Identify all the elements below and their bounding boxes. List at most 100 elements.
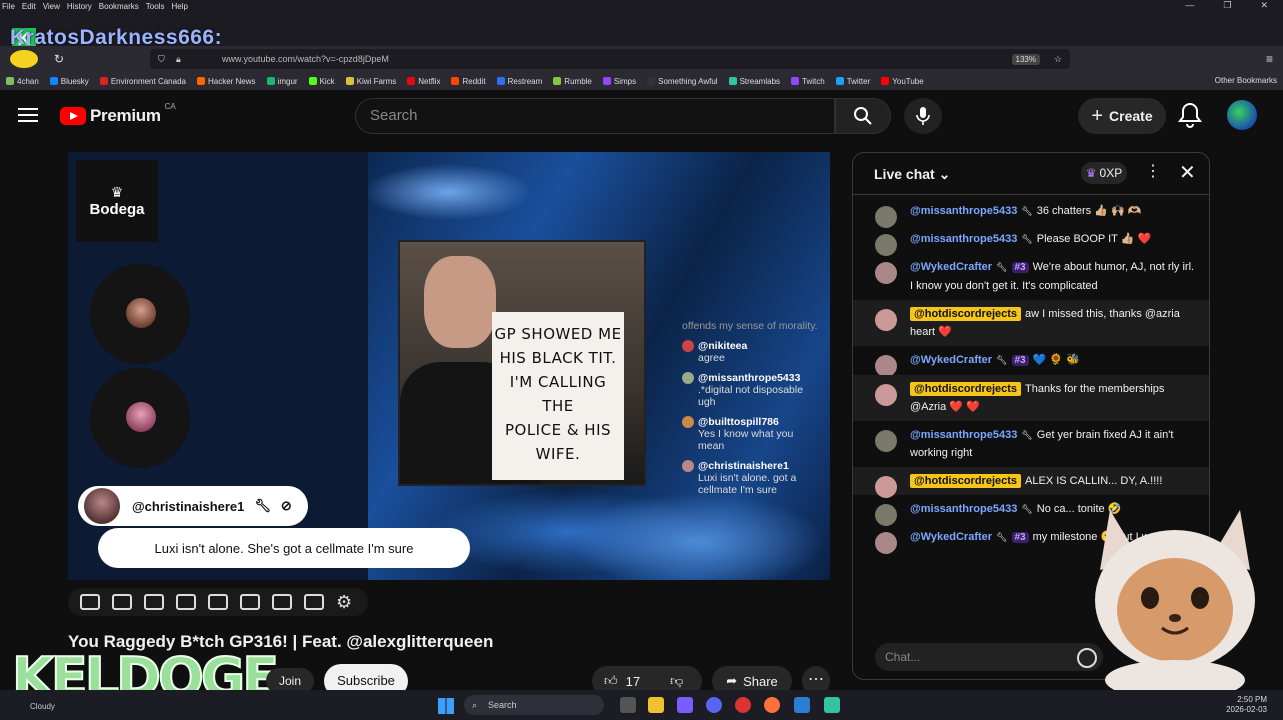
search-input[interactable]: Search (355, 98, 835, 134)
audio-boost-icon[interactable] (112, 594, 132, 610)
chat-author-avatar[interactable] (875, 430, 897, 452)
chat-message[interactable]: @hotdiscordrejects aw I missed this, than… (853, 300, 1209, 346)
bookmark-item[interactable]: Bluesky (49, 77, 89, 86)
miniplayer-icon[interactable] (208, 594, 228, 610)
youtube-premium-logo[interactable]: Premium CA (60, 102, 176, 126)
video-player[interactable]: ♛ Bodega GP SHOWED ME HIS BLACK TIT. I'M… (68, 152, 830, 580)
discord-icon[interactable] (706, 697, 722, 713)
system-clock[interactable]: 2:50 PM 2026-02-03 (1226, 695, 1267, 715)
bookmark-favicon-icon (553, 77, 562, 85)
theater-icon[interactable] (176, 594, 196, 610)
bookmark-favicon-icon (6, 77, 14, 85)
chat-more-icon[interactable]: ⋮ (1145, 161, 1161, 181)
wrench-icon: 🔧︎ (254, 498, 271, 513)
chat-author-name[interactable]: @hotdiscordrejects (910, 474, 1022, 488)
weather-widget[interactable]: Cloudy (30, 702, 55, 711)
close-window-icon[interactable]: ✕ (1260, 0, 1268, 11)
chat-message[interactable]: @WykedCrafter 🔧︎ #3 We're about humor, AJ, … (853, 253, 1209, 300)
bookmark-item[interactable]: Netflix (407, 77, 440, 86)
bookmark-item[interactable]: Restream (496, 77, 542, 86)
chat-author-avatar[interactable] (875, 262, 897, 284)
taskbar-search[interactable]: ⌕ Search (464, 695, 604, 715)
chat-author-avatar[interactable] (875, 309, 897, 331)
guide-menu-icon[interactable] (18, 108, 38, 122)
chat-author-avatar[interactable] (875, 532, 897, 554)
bookmark-item[interactable]: Simps (602, 77, 636, 86)
copilot-icon[interactable] (677, 697, 693, 713)
chat-author-name[interactable]: @WykedCrafter (910, 354, 992, 366)
bookmark-item[interactable]: Kiwi Farms (345, 77, 396, 86)
add-box-icon[interactable] (272, 594, 292, 610)
screenshot-icon[interactable] (304, 594, 324, 610)
menu-bookmarks[interactable]: Bookmarks (99, 2, 139, 11)
streamlabs-icon[interactable] (824, 697, 840, 713)
account-avatar[interactable] (1227, 100, 1257, 130)
file-explorer-icon[interactable] (648, 697, 664, 713)
chat-author-name[interactable]: @WykedCrafter (910, 261, 992, 273)
windows-start-icon[interactable] (438, 698, 454, 714)
speed-icon[interactable] (144, 594, 164, 610)
bookmark-item[interactable]: imgur (266, 77, 298, 86)
gauge-icon[interactable] (240, 594, 260, 610)
menu-view[interactable]: View (43, 2, 60, 11)
bookmark-item[interactable]: Environment Canada (99, 77, 186, 86)
recorder-icon[interactable] (735, 697, 751, 713)
create-button[interactable]: + Create (1078, 98, 1166, 134)
bookmark-item[interactable]: Twitter (835, 77, 870, 86)
bookmark-item[interactable]: Streamlabs (728, 77, 780, 86)
chat-input[interactable]: Chat... (875, 643, 1103, 671)
app-icon[interactable] (794, 697, 810, 713)
bookmark-item[interactable]: Kick (308, 77, 335, 86)
chat-message[interactable]: @WykedCrafter 🔧︎ #3 💙 🌻 🐝 (853, 346, 1209, 377)
chat-author-name[interactable]: @missanthrope5433 (910, 429, 1017, 441)
bookmark-item[interactable]: Rumble (553, 77, 592, 86)
gifter-rank-badge: #3 (1011, 355, 1029, 366)
menu-help[interactable]: Help (171, 2, 187, 11)
chat-message[interactable]: @hotdiscordrejects Thanks for the members… (853, 375, 1209, 421)
chat-author-name[interactable]: @hotdiscordrejects (910, 382, 1022, 396)
bookmark-item[interactable]: Something Awful (647, 77, 718, 86)
address-bar[interactable]: ⛉ 🔒︎ www.youtube.com/watch?v=-cpzd8jDpeM… (150, 49, 1070, 69)
search-button[interactable] (835, 98, 891, 134)
chat-message[interactable]: @missanthrope5433 🔧︎ 36 chatters 👍🏼 🙌🏼 🫶🏼 (853, 197, 1209, 228)
chat-author-name[interactable]: @missanthrope5433 (910, 205, 1017, 217)
restore-icon[interactable]: ❐ (1223, 0, 1231, 11)
star-icon[interactable]: ☆ (1054, 54, 1062, 65)
close-chat-icon[interactable]: ✕ (1179, 160, 1196, 185)
chat-author-name[interactable]: @missanthrope5433 (910, 503, 1017, 515)
voice-search-button[interactable] (904, 98, 942, 134)
bookmark-item[interactable]: 4chan (6, 77, 39, 86)
reload-icon[interactable]: ↻ (54, 52, 64, 66)
gifter-rank-badge: #3 (1011, 262, 1029, 273)
notifications-bell-icon[interactable] (1178, 102, 1202, 130)
task-view-icon[interactable] (620, 697, 636, 713)
bookmark-item[interactable]: Hacker News (196, 77, 256, 86)
zoom-level[interactable]: 133% (1011, 53, 1040, 65)
firefox-icon[interactable] (764, 697, 780, 713)
bookmark-item[interactable]: Twitch (791, 77, 825, 86)
chat-author-name[interactable]: @hotdiscordrejects (910, 307, 1022, 321)
live-chat-title[interactable]: Live chat ⌄ (874, 166, 950, 183)
chat-message[interactable]: @missanthrope5433 🔧︎ Please BOOP IT 👍🏼 ❤️ (853, 225, 1209, 256)
settings-gear-icon[interactable]: ⚙ (336, 592, 352, 613)
xp-badge[interactable]: ♛ 0XP (1081, 162, 1127, 184)
overlay-chat-row: offends my sense of morality. (682, 320, 818, 332)
minimize-icon[interactable]: — (1185, 0, 1194, 11)
chat-author-avatar[interactable] (875, 355, 897, 377)
menu-edit[interactable]: Edit (22, 2, 36, 11)
thumbs-down-icon[interactable]: 👎︎ (670, 673, 683, 689)
menu-hamburger-icon[interactable]: ≡ (1266, 52, 1273, 66)
bookmark-item[interactable]: Reddit (451, 77, 486, 86)
chat-author-avatar[interactable] (875, 384, 897, 406)
bookmark-item[interactable]: YouTube (881, 77, 924, 86)
live-chat-header: Live chat ⌄ ♛ 0XP ⋮ ✕ (853, 153, 1209, 195)
menu-history[interactable]: History (67, 2, 92, 11)
chat-author-name[interactable]: @missanthrope5433 (910, 233, 1017, 245)
other-bookmarks[interactable]: Other Bookmarks (1215, 76, 1277, 85)
menu-tools[interactable]: Tools (146, 2, 165, 11)
menu-file[interactable]: File (2, 2, 15, 11)
chat-author-name[interactable]: @WykedCrafter (910, 531, 992, 543)
chat-message[interactable]: @missanthrope5433 🔧︎ Get yer brain fixed A… (853, 421, 1209, 467)
highlighted-chat-message: Luxi isn't alone. She's got a cellmate I… (98, 528, 470, 568)
loop-icon[interactable] (80, 594, 100, 610)
